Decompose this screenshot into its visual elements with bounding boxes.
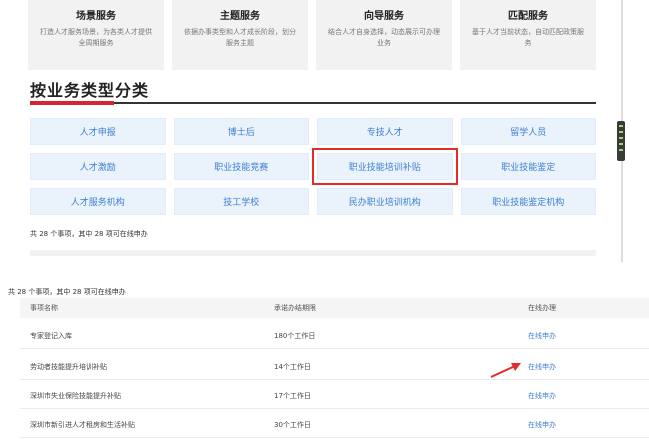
table-header: 事项名称 承诺办结期限 在线办理 — [20, 298, 649, 318]
card-title: 场景服务 — [76, 11, 116, 22]
row-deadline: 30个工作日 — [274, 420, 311, 429]
top-panel: 场景服务 打造人才服务场景，为各类人才提供全周期服务 主题服务 依据办事类型和人… — [0, 0, 649, 262]
category-skills-appraisal[interactable]: 职业技能鉴定 — [460, 153, 596, 180]
card-title: 向导服务 — [364, 11, 404, 22]
bottom-panel: 共 28 个事项，其中 28 项可在线申办 事项名称 承诺办结期限 在线办理 专… — [0, 266, 649, 445]
col-header-deadline: 承诺办结期限 — [274, 304, 316, 312]
row-deadline: 180个工作日 — [274, 331, 316, 340]
apply-online-link[interactable]: 在线申办 — [528, 392, 556, 400]
col-header-name: 事项名称 — [30, 304, 58, 312]
service-card-scene[interactable]: 场景服务 打造人才服务场景，为各类人才提供全周期服务 — [28, 0, 164, 70]
section-divider-accent — [30, 101, 114, 105]
apply-online-link[interactable]: 在线申办 — [528, 332, 556, 340]
category-grid: 人才申报 博士后 专技人才 留学人员 人才激励 职业技能竞赛 职业技能培训补贴 … — [30, 118, 596, 215]
card-desc: 依据办事类型和人才成长阶段，划分服务主题 — [184, 28, 296, 47]
service-card-topic[interactable]: 主题服务 依据办事类型和人才成长阶段，划分服务主题 — [172, 0, 308, 70]
card-desc: 打造人才服务场景，为各类人才提供全周期服务 — [40, 28, 152, 47]
service-card-match[interactable]: 匹配服务 基于人才当前状态，自动匹配政策服务 — [460, 0, 596, 70]
category-technical-school[interactable]: 技工学校 — [173, 188, 309, 215]
table-row: 深圳市失业保险技能提升补贴 17个工作日 在线申办 — [20, 383, 649, 409]
item-count-text: 共 28 个事项，其中 28 项可在线申办 — [30, 230, 148, 238]
section-title: 按业务类型分类 — [30, 81, 150, 100]
red-arrow-icon — [490, 363, 521, 378]
card-desc: 基于人才当前状态，自动匹配政策服务 — [472, 28, 584, 47]
category-appraisal-agency[interactable]: 职业技能鉴定机构 — [460, 188, 596, 215]
row-deadline: 17个工作日 — [274, 391, 311, 400]
category-postdoc[interactable]: 博士后 — [173, 118, 309, 145]
service-card-guide[interactable]: 向导服务 结合人才自身选择，动态展示可办理业务 — [316, 0, 452, 70]
section-divider — [30, 102, 596, 104]
row-name: 深圳市新引进人才租房和生活补贴 — [30, 420, 135, 429]
scrollbar-handle[interactable] — [617, 121, 625, 161]
col-header-online: 在线办理 — [528, 304, 556, 312]
category-skills-competition[interactable]: 职业技能竞赛 — [173, 153, 309, 180]
category-talent-declare[interactable]: 人才申报 — [30, 118, 166, 145]
service-cards: 场景服务 打造人才服务场景，为各类人才提供全周期服务 主题服务 依据办事类型和人… — [28, 0, 596, 70]
row-name: 深圳市失业保险技能提升补贴 — [30, 391, 121, 400]
table-row: 专家登记入库 180个工作日 在线申办 — [20, 323, 649, 349]
category-overseas-students[interactable]: 留学人员 — [460, 118, 596, 145]
apply-online-link[interactable]: 在线申办 — [528, 363, 556, 371]
category-professional-talent[interactable]: 专技人才 — [317, 118, 453, 145]
card-title: 匹配服务 — [508, 11, 548, 22]
category-talent-service-agency[interactable]: 人才服务机构 — [30, 188, 166, 215]
apply-online-link[interactable]: 在线申办 — [528, 421, 556, 429]
card-desc: 结合人才自身选择，动态展示可办理业务 — [328, 28, 440, 47]
divider-band — [30, 250, 596, 256]
row-name: 专家登记入库 — [30, 331, 72, 340]
row-name: 劳动者技能提升培训补贴 — [30, 362, 107, 371]
category-talent-incentive[interactable]: 人才激励 — [30, 153, 166, 180]
card-title: 主题服务 — [220, 11, 260, 22]
table-row: 深圳市新引进人才租房和生活补贴 30个工作日 在线申办 — [20, 412, 649, 438]
category-training-subsidy[interactable]: 职业技能培训补贴 — [312, 148, 458, 185]
item-count-text: 共 28 个事项，其中 28 项可在线申办 — [8, 288, 126, 296]
table-row: 劳动者技能提升培训补贴 14个工作日 在线申办 — [20, 354, 649, 380]
category-private-training-agency[interactable]: 民办职业培训机构 — [317, 188, 453, 215]
